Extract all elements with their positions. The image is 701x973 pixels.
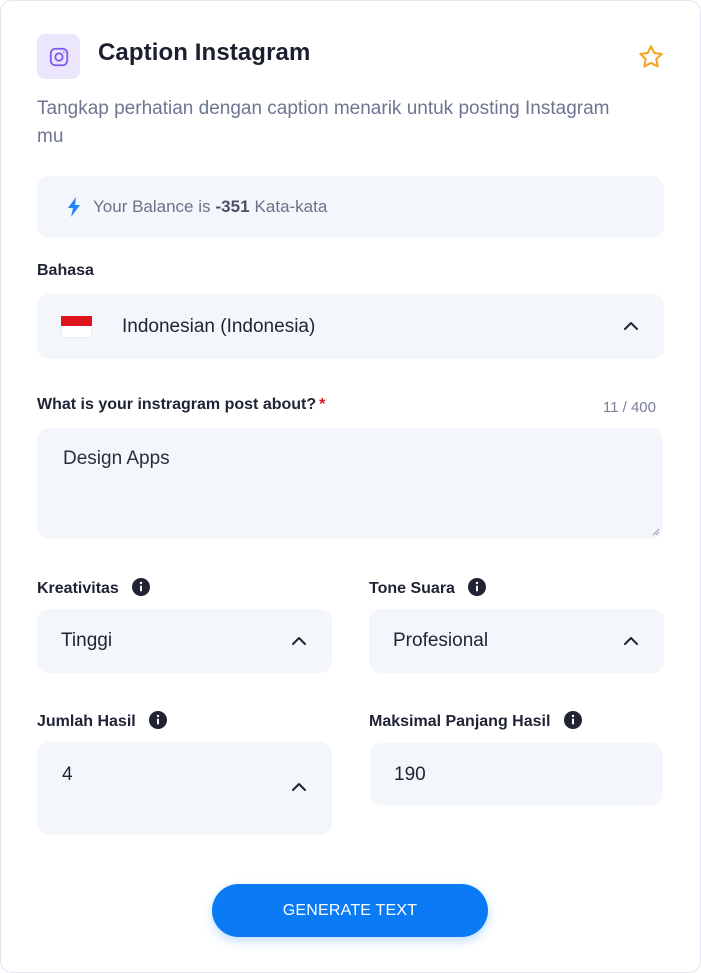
info-icon[interactable]: [132, 578, 151, 596]
max-length-input[interactable]: 190: [370, 743, 663, 805]
language-value: Indonesian (Indonesia): [122, 315, 316, 337]
results-count-label-text: Jumlah Hasil: [37, 713, 136, 730]
balance-prefix: Your Balance is: [93, 197, 211, 216]
topic-textarea[interactable]: Design Apps: [37, 428, 663, 539]
resize-grip-icon[interactable]: [652, 528, 660, 536]
page-description: Tangkap perhatian dengan caption menarik…: [37, 98, 610, 147]
max-length-value: 190: [394, 764, 426, 785]
tone-value: Profesional: [393, 630, 489, 651]
balance-banner: Your Balance is -351 Kata-kata: [37, 176, 664, 238]
language-select[interactable]: Indonesian (Indonesia): [37, 294, 664, 359]
max-length-label-text: Maksimal Panjang Hasil: [369, 713, 551, 730]
character-counter: 11 / 400: [602, 399, 656, 416]
chevron-up-icon: [292, 637, 306, 645]
indonesia-flag-icon: [61, 315, 92, 338]
language-label: Bahasa: [37, 262, 94, 279]
info-icon[interactable]: [468, 578, 487, 596]
info-icon[interactable]: [149, 711, 168, 729]
generate-text-button[interactable]: GENERATE TEXT: [212, 884, 488, 937]
chevron-up-icon: [624, 322, 638, 330]
favorite-star-icon[interactable]: [637, 43, 665, 71]
tone-label-text: Tone Suara: [369, 580, 455, 597]
required-mark: *: [319, 396, 326, 413]
tone-label: Tone Suara: [369, 578, 487, 598]
topic-value: Design Apps: [63, 448, 170, 469]
chevron-up-icon: [292, 783, 306, 791]
creativity-select[interactable]: Tinggi: [37, 609, 332, 673]
caption-instagram-card: Caption Instagram Tangkap perhatian deng…: [0, 0, 701, 973]
topic-label-text: What is your instragram post about?: [37, 396, 317, 413]
balance-unit: Kata-kata: [254, 197, 328, 216]
info-icon[interactable]: [563, 711, 582, 729]
results-count-value: 4: [62, 764, 73, 785]
chevron-up-icon: [624, 637, 638, 645]
balance-amount: -351: [215, 197, 250, 216]
creativity-label: Kreativitas: [37, 578, 151, 598]
results-count-label: Jumlah Hasil: [37, 711, 168, 731]
instagram-icon: [37, 34, 80, 79]
tone-select[interactable]: Profesional: [369, 609, 664, 673]
results-count-select[interactable]: 4: [37, 742, 332, 835]
max-length-label: Maksimal Panjang Hasil: [369, 711, 582, 731]
topic-label: What is your instragram post about? *: [37, 396, 325, 414]
lightning-bolt-icon: [68, 197, 80, 217]
creativity-value: Tinggi: [61, 630, 113, 651]
page-title: Caption Instagram: [98, 39, 311, 66]
creativity-label-text: Kreativitas: [37, 580, 119, 597]
